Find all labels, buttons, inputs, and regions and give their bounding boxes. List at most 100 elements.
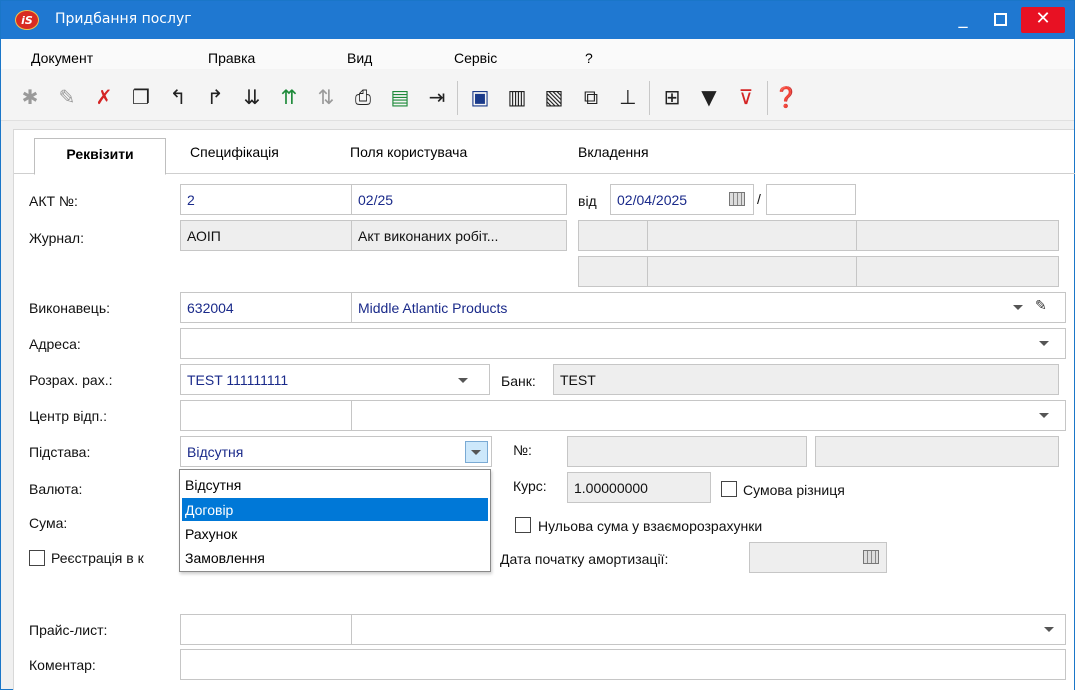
- rate-field: 1.00000000: [567, 472, 711, 503]
- tabs-divider: [14, 173, 1075, 174]
- tab-attachments[interactable]: Вкладення: [578, 144, 649, 160]
- comment-label: Коментар:: [29, 657, 96, 673]
- save-icon[interactable]: ▣: [467, 84, 493, 110]
- center-code-field[interactable]: [180, 400, 352, 431]
- comment-field[interactable]: [180, 649, 1066, 680]
- act-series-field[interactable]: 02/25: [351, 184, 567, 215]
- link-document-icon[interactable]: ⧉: [578, 84, 604, 110]
- menu-edit[interactable]: Правка: [208, 50, 255, 66]
- dropdown-option[interactable]: Рахунок: [182, 522, 488, 545]
- date-extra-field[interactable]: [766, 184, 856, 215]
- center-name-field[interactable]: [351, 400, 1066, 431]
- maximize-icon: [993, 12, 1007, 26]
- executor-code-field[interactable]: 632004: [180, 292, 352, 323]
- amortization-date-label: Дата початку амортизації:: [500, 551, 669, 567]
- window-title: Придбання послуг: [55, 11, 192, 27]
- date-slash: /: [757, 191, 761, 207]
- number-label: №:: [513, 442, 532, 458]
- account-field[interactable]: TEST 111111111: [180, 364, 490, 395]
- dropdown-option[interactable]: Замовлення: [182, 546, 488, 569]
- new-document-icon[interactable]: ✱: [17, 84, 43, 110]
- tab-user-fields[interactable]: Поля користувача: [350, 144, 467, 160]
- chevron-down-icon[interactable]: [471, 450, 481, 455]
- journal-name-field: Акт виконаних робіт...: [351, 220, 567, 251]
- registration-checkbox[interactable]: [29, 550, 45, 566]
- journal-extra-field: [856, 220, 1059, 251]
- price-list-code-field[interactable]: [180, 614, 352, 645]
- edit-document-icon[interactable]: ✎: [54, 84, 80, 110]
- print-icon[interactable]: ⎙: [350, 84, 376, 110]
- open-folder-icon[interactable]: ▧: [541, 84, 567, 110]
- tab-specification[interactable]: Специфікація: [190, 144, 279, 160]
- basis-label: Підстава:: [29, 444, 91, 460]
- exit-icon[interactable]: ⇥: [424, 84, 450, 110]
- tab-details[interactable]: Реквізити: [34, 138, 166, 175]
- menu-document[interactable]: Документ: [31, 50, 93, 66]
- price-list-name-field[interactable]: [351, 614, 1066, 645]
- journal-code-field: АОІП: [180, 220, 352, 251]
- center-label: Центр відп.:: [29, 408, 108, 424]
- journal-extra-field: [647, 256, 857, 287]
- act-number-field[interactable]: 2: [180, 184, 352, 215]
- help-icon[interactable]: ❓: [773, 84, 799, 110]
- chevron-down-icon[interactable]: [1013, 305, 1023, 310]
- calendar-icon[interactable]: [863, 550, 879, 564]
- chevron-down-icon[interactable]: [458, 378, 468, 383]
- sum-diff-checkbox[interactable]: [721, 481, 737, 497]
- app-window: iS Придбання послуг _ ✕ Документ Правка …: [0, 0, 1075, 690]
- excel-export-icon[interactable]: ▤: [387, 84, 413, 110]
- redo-icon[interactable]: ↱: [202, 84, 228, 110]
- executor-label: Виконавець:: [29, 300, 111, 316]
- journal-label: Журнал:: [29, 230, 84, 246]
- post-entry-icon[interactable]: ⇊: [239, 84, 265, 110]
- grid-icon[interactable]: ⊞: [659, 84, 685, 110]
- calendar-icon[interactable]: [729, 192, 745, 206]
- dropdown-option-selected[interactable]: Договір: [182, 498, 488, 521]
- edit-pencil-icon[interactable]: ✎: [1035, 298, 1047, 314]
- date-from-label: від: [578, 193, 597, 209]
- minimize-button[interactable]: _: [946, 7, 980, 33]
- post-entry-up-icon[interactable]: ⇈: [276, 84, 302, 110]
- chevron-down-icon[interactable]: [1039, 413, 1049, 418]
- act-number-label: АКТ №:: [29, 193, 78, 209]
- menu-help[interactable]: ?: [585, 50, 593, 66]
- delete-document-icon[interactable]: ✗: [91, 84, 117, 110]
- chevron-down-icon[interactable]: [1044, 627, 1054, 632]
- address-field[interactable]: [180, 328, 1066, 359]
- basis-number-field: [567, 436, 807, 467]
- clear-filter-icon[interactable]: ⊽: [733, 84, 759, 110]
- zero-sum-label: Нульова сума у взаєморозрахунки: [538, 518, 763, 534]
- hierarchy-icon[interactable]: ⊥: [615, 84, 641, 110]
- registration-label: Реєстрація в к: [51, 550, 144, 566]
- sum-diff-label: Сумова різниця: [743, 482, 845, 498]
- filter-icon[interactable]: ▼: [696, 84, 722, 110]
- price-list-label: Прайс-лист:: [29, 622, 108, 638]
- executor-name-field[interactable]: Middle Atlantic Products: [351, 292, 1066, 323]
- toolbar-separator: [767, 81, 768, 115]
- basis-date-field: [815, 436, 1059, 467]
- bank-field: TEST: [553, 364, 1059, 395]
- chevron-down-icon[interactable]: [1039, 341, 1049, 346]
- toolbar-separator: [649, 81, 650, 115]
- title-bar: iS Придбання послуг _ ✕: [1, 1, 1074, 39]
- close-button[interactable]: ✕: [1021, 7, 1065, 33]
- toolbar: ✱ ✎ ✗ ❐ ↰ ↱ ⇊ ⇈ ⇅ ⎙ ▤ ⇥ ▣ ▥ ▧ ⧉ ⊥ ⊞ ▼ ⊽ …: [1, 69, 1074, 121]
- currency-label: Валюта:: [29, 481, 83, 497]
- menu-service[interactable]: Сервіс: [454, 50, 497, 66]
- book-icon[interactable]: ▥: [504, 84, 530, 110]
- basis-select[interactable]: Відсутня: [180, 436, 492, 467]
- copy-document-icon[interactable]: ❐: [128, 84, 154, 110]
- basis-dropdown-list: Відсутня Договір Рахунок Замовлення: [179, 469, 491, 572]
- maximize-button[interactable]: [983, 7, 1017, 33]
- account-label: Розрах. рах.:: [29, 372, 113, 388]
- sum-label: Сума:: [29, 515, 68, 531]
- rate-label: Курс:: [513, 478, 547, 494]
- bank-label: Банк:: [501, 373, 536, 389]
- unpost-entry-icon[interactable]: ⇅: [313, 84, 339, 110]
- dropdown-option[interactable]: Відсутня: [182, 473, 488, 496]
- address-label: Адреса:: [29, 336, 81, 352]
- undo-icon[interactable]: ↰: [165, 84, 191, 110]
- menu-view[interactable]: Вид: [347, 50, 372, 66]
- zero-sum-checkbox[interactable]: [515, 517, 531, 533]
- app-logo: iS: [15, 10, 39, 30]
